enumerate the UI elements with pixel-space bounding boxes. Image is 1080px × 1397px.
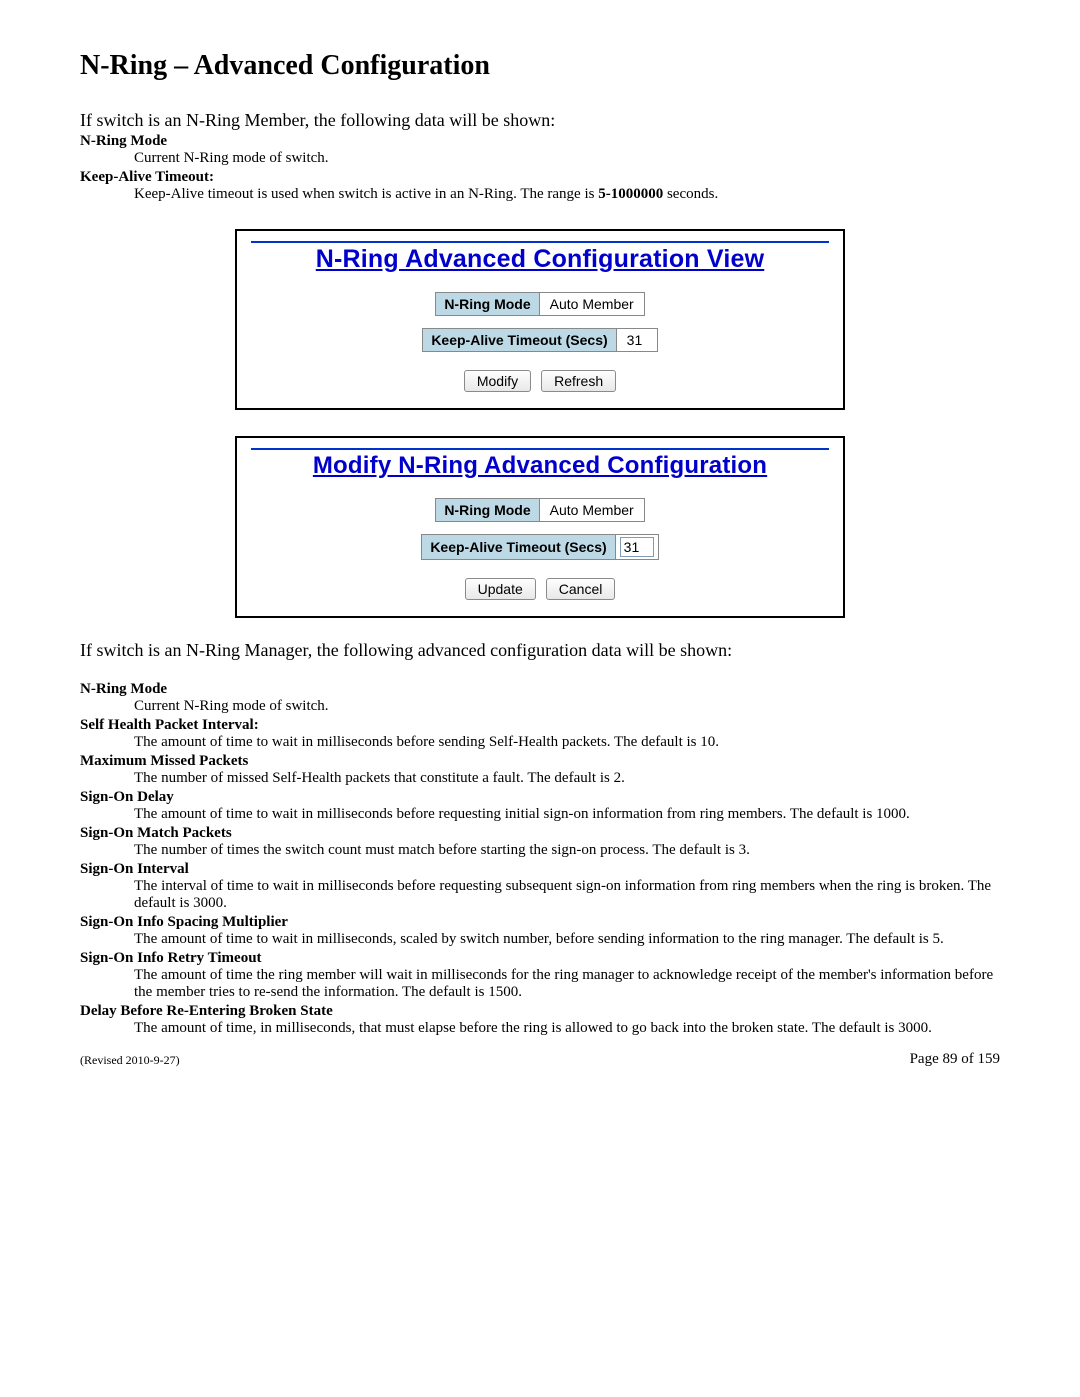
keepalive-range: 5-1000000: [598, 186, 663, 202]
view-keepalive-label: Keep-Alive Timeout (Secs): [423, 329, 616, 351]
def-term-delay-broken: Delay Before Re-Entering Broken State: [80, 1003, 1000, 1020]
def-desc-delay-broken: The amount of time, in milliseconds, tha…: [134, 1020, 1000, 1037]
keepalive-input[interactable]: [620, 537, 654, 557]
page-number: Page 89 of 159: [910, 1051, 1000, 1068]
view-panel-title: N-Ring Advanced Configuration View: [251, 241, 829, 274]
def-term-mode: N-Ring Mode: [80, 133, 1000, 150]
view-mode-value: Auto Member: [540, 293, 644, 315]
view-panel: N-Ring Advanced Configuration View N-Rin…: [235, 229, 845, 410]
view-keepalive-value: 31: [617, 329, 657, 351]
modify-panel: Modify N-Ring Advanced Configuration N-R…: [235, 436, 845, 618]
def-desc-mode: Current N-Ring mode of switch.: [134, 150, 1000, 167]
def-desc-signon-spacing: The amount of time to wait in millisecon…: [134, 931, 1000, 948]
def-term-signon-delay: Sign-On Delay: [80, 789, 1000, 806]
def-desc-signon-delay: The amount of time to wait in millisecon…: [134, 806, 1000, 823]
def-term-keepalive: Keep-Alive Timeout:: [80, 169, 1000, 186]
keepalive-desc-post: seconds.: [663, 186, 718, 202]
member-definitions: N-Ring Mode Current N-Ring mode of switc…: [80, 133, 1000, 203]
page-footer: (Revised 2010-9-27) Page 89 of 159: [80, 1051, 1000, 1068]
member-intro: If switch is an N-Ring Member, the follo…: [80, 110, 1000, 131]
def-desc-signon-match: The number of times the switch count mus…: [134, 842, 1000, 859]
modify-button[interactable]: Modify: [464, 370, 531, 392]
def-desc-mgr-mode: Current N-Ring mode of switch.: [134, 698, 1000, 715]
def-term-signon-match: Sign-On Match Packets: [80, 825, 1000, 842]
def-term-signon-retry: Sign-On Info Retry Timeout: [80, 950, 1000, 967]
update-button[interactable]: Update: [465, 578, 536, 600]
def-desc-selfhealth: The amount of time to wait in millisecon…: [134, 734, 1000, 751]
cancel-button[interactable]: Cancel: [546, 578, 616, 600]
view-keepalive-row: Keep-Alive Timeout (Secs) 31: [422, 328, 657, 352]
view-mode-label: N-Ring Mode: [436, 293, 539, 315]
page-title: N-Ring – Advanced Configuration: [80, 50, 1000, 82]
def-desc-signon-retry: The amount of time the ring member will …: [134, 967, 1000, 1001]
manager-intro: If switch is an N-Ring Manager, the foll…: [80, 640, 1000, 661]
refresh-button[interactable]: Refresh: [541, 370, 616, 392]
modify-keepalive-label: Keep-Alive Timeout (Secs): [422, 535, 615, 559]
def-term-signon-interval: Sign-On Interval: [80, 861, 1000, 878]
modify-mode-label: N-Ring Mode: [436, 499, 539, 521]
modify-mode-row: N-Ring Mode Auto Member: [435, 498, 644, 522]
def-term-signon-spacing: Sign-On Info Spacing Multiplier: [80, 914, 1000, 931]
def-desc-keepalive: Keep-Alive timeout is used when switch i…: [134, 186, 1000, 203]
modify-panel-title: Modify N-Ring Advanced Configuration: [251, 448, 829, 480]
def-term-maxmissed: Maximum Missed Packets: [80, 753, 1000, 770]
modify-keepalive-row: Keep-Alive Timeout (Secs): [421, 534, 658, 560]
view-mode-row: N-Ring Mode Auto Member: [435, 292, 644, 316]
def-term-mgr-mode: N-Ring Mode: [80, 681, 1000, 698]
manager-definitions: N-Ring Mode Current N-Ring mode of switc…: [80, 681, 1000, 1037]
modify-mode-value: Auto Member: [540, 499, 644, 521]
def-desc-maxmissed: The number of missed Self-Health packets…: [134, 770, 1000, 787]
def-term-selfhealth: Self Health Packet Interval:: [80, 717, 1000, 734]
def-desc-signon-interval: The interval of time to wait in millisec…: [134, 878, 1000, 912]
revised-date: (Revised 2010-9-27): [80, 1053, 180, 1068]
keepalive-desc-pre: Keep-Alive timeout is used when switch i…: [134, 186, 598, 202]
